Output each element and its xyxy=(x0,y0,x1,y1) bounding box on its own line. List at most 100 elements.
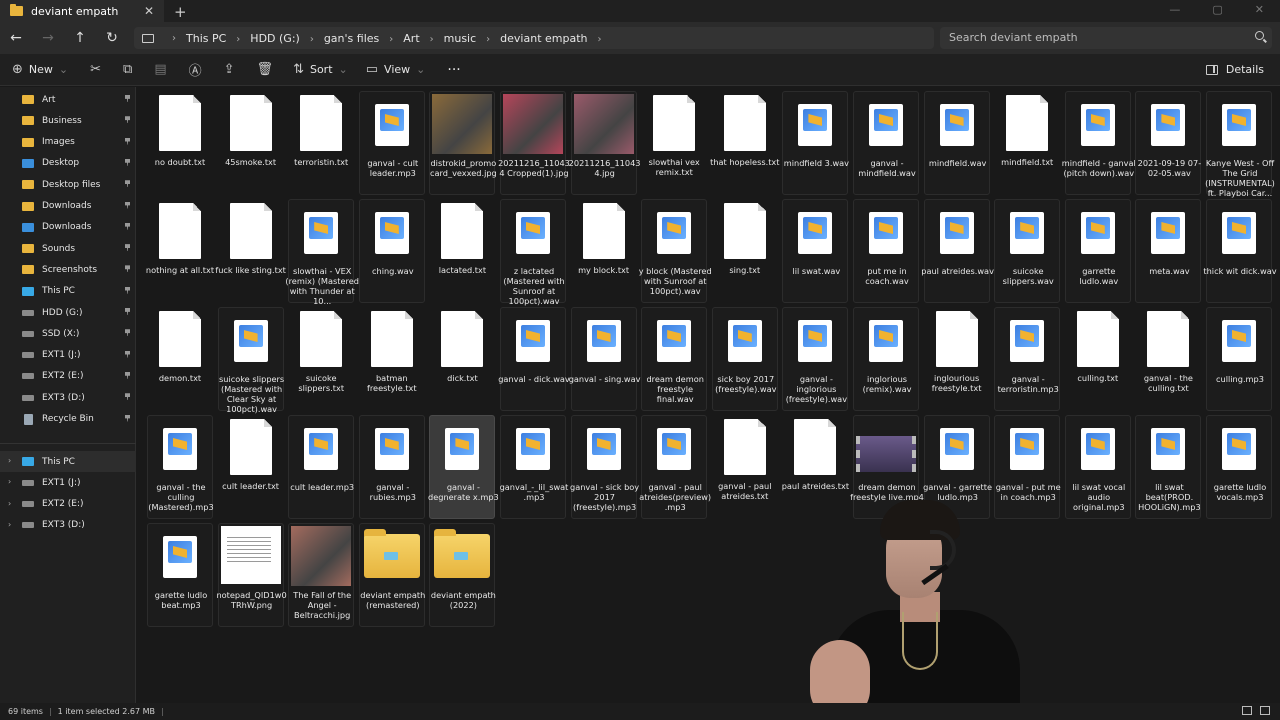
file-item[interactable]: thick wit dick.wav xyxy=(1203,199,1277,303)
file-item[interactable]: no doubt.txt xyxy=(147,91,213,195)
file-item[interactable]: ganval - the culling.txt xyxy=(1135,307,1201,411)
chevron-right-icon[interactable]: › xyxy=(236,34,240,45)
file-item[interactable]: 2021-09-19 07-02-05.wav xyxy=(1135,91,1202,195)
file-item[interactable]: inglorious (remix).wav xyxy=(853,307,919,411)
file-item[interactable]: ganval_-_lil_swat .mp3 xyxy=(500,415,568,519)
breadcrumb-art[interactable]: Art xyxy=(403,32,419,45)
file-item[interactable]: suicoke slippers.txt xyxy=(288,307,354,411)
sidebar-item-this-pc[interactable]: This PC xyxy=(0,281,136,302)
new-button[interactable]: ⊕ New ⌄ xyxy=(12,62,68,77)
file-item[interactable]: ganval - sick boy 2017 (freestyle).mp3 xyxy=(570,415,639,519)
chevron-right-icon[interactable]: › xyxy=(598,34,602,45)
sidebar-item-sounds[interactable]: Sounds xyxy=(0,238,136,259)
chevron-right-icon[interactable]: › xyxy=(389,34,393,45)
file-item[interactable]: garette ludlo vocals.mp3 xyxy=(1206,415,1272,519)
file-item[interactable]: deviant empath (2022) xyxy=(429,523,496,627)
file-item[interactable]: sing.txt xyxy=(712,199,778,303)
file-item[interactable]: ganval - inglorious (freestyle).wav xyxy=(782,307,849,411)
file-item[interactable]: lil swat beat(PROD. HOOLiGN).mp3 xyxy=(1135,415,1202,519)
file-item[interactable]: mindfield.txt xyxy=(994,91,1060,195)
file-item[interactable]: suicoke slippers (Mastered with Clear Sk… xyxy=(217,307,284,414)
breadcrumb-music[interactable]: music xyxy=(444,32,477,45)
file-item[interactable]: ganval - degnerate x.mp3 xyxy=(428,415,499,519)
file-item[interactable]: lil swat.wav xyxy=(782,199,849,303)
file-item[interactable]: batman freestyle.txt xyxy=(359,307,425,411)
file-item[interactable]: suicoke slippers.wav xyxy=(994,199,1061,303)
file-item[interactable]: 45smoke.txt xyxy=(218,91,284,195)
file-item[interactable]: ganval - mindfield.wav xyxy=(853,91,919,195)
file-item[interactable]: mindfield.wav xyxy=(923,91,990,195)
sidebar-item-ext1-j[interactable]: EXT1 (J:) xyxy=(0,345,136,366)
large-icons-view-icon[interactable] xyxy=(1260,706,1270,715)
file-item[interactable]: ganval - paul atreides(preview) .mp3 xyxy=(639,415,711,519)
chevron-right-icon[interactable]: › xyxy=(8,499,11,508)
chevron-right-icon[interactable]: › xyxy=(310,34,314,45)
sidebar-item-ext2-e[interactable]: EXT2 (E:) xyxy=(0,366,136,387)
sidebar-item-art[interactable]: Art xyxy=(0,89,136,110)
file-item[interactable]: cult leader.mp3 xyxy=(288,415,355,519)
chevron-right-icon[interactable]: › xyxy=(8,520,11,529)
view-button[interactable]: ▭ View ⌄ xyxy=(366,62,426,77)
close-tab-icon[interactable]: ✕ xyxy=(142,4,156,18)
file-item[interactable]: that hopeless.txt xyxy=(710,91,779,195)
file-item[interactable]: ganval - terroristin.mp3 xyxy=(994,307,1061,411)
refresh-button[interactable]: ↻ xyxy=(96,30,128,46)
file-item[interactable]: ganval - paul atreides.txt xyxy=(712,415,778,519)
minimize-icon[interactable]: — xyxy=(1169,3,1180,16)
file-item[interactable]: z lactated (Mastered with Sunroof at 100… xyxy=(500,199,566,306)
file-item[interactable]: fuck like sting.txt xyxy=(215,199,286,303)
rename-icon[interactable]: Ⓐ xyxy=(189,60,202,79)
file-item[interactable]: put me in coach.wav xyxy=(853,199,919,303)
file-item[interactable]: culling.mp3 xyxy=(1206,307,1272,411)
file-item[interactable]: garette ludlo beat.mp3 xyxy=(147,523,213,627)
file-item[interactable]: lactated.txt xyxy=(429,199,495,303)
file-item[interactable]: notepad_QID1w0 TRhW.png xyxy=(216,523,287,627)
file-item[interactable]: ganval - dick.wav xyxy=(498,307,570,411)
search-input[interactable]: Search deviant empath xyxy=(940,27,1272,49)
file-item[interactable]: lil swat vocal audio original.mp3 xyxy=(1064,415,1131,519)
chevron-right-icon[interactable]: › xyxy=(8,477,11,486)
address-bar[interactable]: › This PC › HDD (G:) › gan's files › Art › music… xyxy=(134,27,934,49)
share-icon[interactable]: ⇪ xyxy=(224,62,235,77)
file-item[interactable]: slowthai - VEX (remix) (Mastered with Th… xyxy=(285,199,359,306)
copy-icon[interactable]: ⧉ xyxy=(123,62,132,77)
breadcrumb-deviant-empath[interactable]: deviant empath xyxy=(500,32,587,45)
more-options-button[interactable]: ··· xyxy=(447,62,460,78)
sidebar-item-images[interactable]: Images xyxy=(0,132,136,153)
file-item[interactable]: sick boy 2017 (freestyle).wav xyxy=(711,307,778,411)
cut-icon[interactable]: ✂ xyxy=(90,62,101,77)
file-item[interactable]: paul atreides.wav xyxy=(921,199,994,303)
maximize-icon[interactable]: ▢ xyxy=(1212,3,1222,16)
sidebar-item-business[interactable]: Business xyxy=(0,110,136,131)
file-item[interactable]: The Fall of the Angel - Beltracchi.jpg xyxy=(288,523,355,627)
forward-button[interactable]: → xyxy=(32,30,64,46)
file-item[interactable]: ganval - the culling (Mastered).mp3 xyxy=(147,415,214,519)
file-item[interactable]: garrette ludlo.wav xyxy=(1064,199,1131,303)
details-view-icon[interactable] xyxy=(1242,706,1252,715)
sidebar-item-desktop[interactable]: Desktop xyxy=(0,153,136,174)
new-tab-button[interactable]: + xyxy=(174,3,187,21)
delete-icon[interactable]: 🗑 xyxy=(257,62,274,77)
file-item[interactable]: 20211216_110434.jpg xyxy=(569,91,641,195)
sidebar-item-downloads[interactable]: Downloads xyxy=(0,217,136,238)
file-item[interactable]: 20211216_110434 Cropped(1).jpg xyxy=(498,91,570,195)
sidebar-item-downloads[interactable]: Downloads xyxy=(0,196,136,217)
file-item[interactable]: distrokid_promo card_vexxed.jpg xyxy=(429,91,497,195)
file-item[interactable]: terroristin.txt xyxy=(288,91,354,195)
tree-item-this-pc[interactable]: › This PC xyxy=(0,451,136,472)
file-item[interactable]: my block.txt xyxy=(571,199,637,303)
search-icon[interactable] xyxy=(1255,31,1264,40)
breadcrumb-this-pc[interactable]: This PC xyxy=(186,32,226,45)
breadcrumb-hdd-g[interactable]: HDD (G:) xyxy=(250,32,300,45)
sidebar-item-ssd-x[interactable]: SSD (X:) xyxy=(0,323,136,344)
sidebar-item-ext3-d[interactable]: EXT3 (D:) xyxy=(0,387,136,408)
file-item[interactable]: Kanye West - Off The Grid (INSTRUMENTAL)… xyxy=(1205,91,1275,198)
chevron-right-icon[interactable]: › xyxy=(430,34,434,45)
file-item[interactable]: ganval - rubies.mp3 xyxy=(358,415,425,519)
file-item[interactable]: deviant empath (remastered) xyxy=(358,523,425,627)
window-close-icon[interactable]: ✕ xyxy=(1255,3,1264,16)
file-item[interactable]: ganval - cult leader.mp3 xyxy=(358,91,425,195)
chevron-right-icon[interactable]: › xyxy=(8,456,11,465)
paste-icon[interactable]: ▤ xyxy=(154,62,166,77)
tree-item-ext1-j[interactable]: › EXT1 (J:) xyxy=(0,472,136,493)
